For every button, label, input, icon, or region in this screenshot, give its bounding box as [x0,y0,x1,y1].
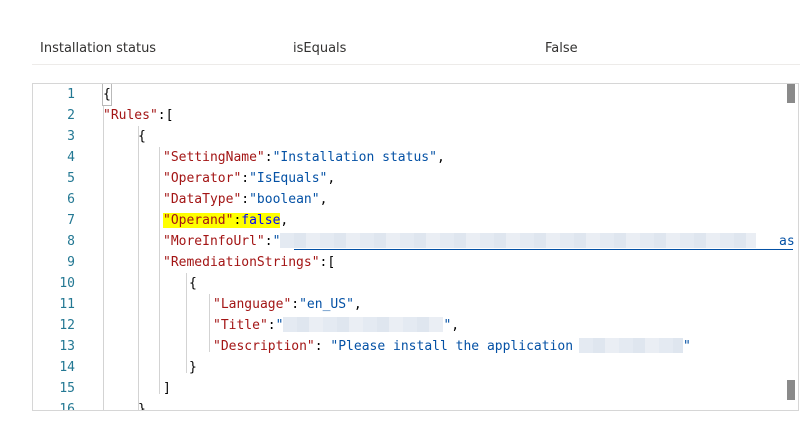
operand-value: false [241,213,281,228]
comma-token: , [319,192,328,207]
indent-guide [138,126,139,410]
search-highlight: "Operand":false [163,213,281,228]
redacted-title [283,317,444,332]
scrollbar-thumb-bottom[interactable] [787,380,795,400]
row-divider [32,64,800,65]
line-number: 1 [67,87,75,102]
line-number: 7 [67,213,75,228]
code-line: "Rules":[ [103,105,173,126]
setting-name-cell: Installation status [40,41,157,56]
line-number: 14 [59,360,75,375]
line-number: 8 [67,234,75,249]
scrollbar-thumb-top[interactable] [787,84,795,103]
indent-guide [209,294,210,352]
line-number: 16 [59,402,75,411]
code-line: { [138,126,146,147]
operator-key: "Operator" [163,171,242,186]
line-number: 15 [59,381,75,396]
remediation-strings-key: "RemediationStrings" [163,255,320,270]
redacted-url [280,233,757,248]
datatype-value: "boolean" [249,192,320,207]
colon-token: : [157,108,166,123]
code-line: ] [163,378,171,399]
title-key: "Title" [213,318,268,333]
datatype-key: "DataType" [163,192,242,207]
code-line: "Operand":false, [163,210,288,231]
line-number: 11 [59,297,75,312]
operand-key: "Operand" [163,213,234,228]
redacted-app-name [579,338,684,353]
brace-token: { [138,129,146,144]
indent-guide [186,273,187,373]
brace-token: { [189,276,197,291]
vertical-scrollbar[interactable] [784,84,798,410]
setting-name-value: "Installation status" [272,150,437,165]
line-number-gutter: 1 2 3 4 5 6 7 8 9 10 11 12 13 14 15 16 [33,84,87,410]
code-area[interactable]: { "Rules":[ { "SettingName":"Installatio… [102,84,795,411]
bracket-token: [ [327,255,336,270]
line-number: 4 [67,150,75,165]
setting-name-key: "SettingName" [163,150,265,165]
line-number: 2 [67,108,75,123]
brace-token: { [102,84,112,106]
code-line: "Operator":"IsEquals", [163,168,335,189]
more-info-url-quote: " [272,234,281,249]
line-number: 9 [67,255,75,270]
bracket-token: [ [165,108,174,123]
comma-token: , [451,318,460,333]
code-line: "Title":" ", [213,315,459,336]
json-code-editor[interactable]: 1 2 3 4 5 6 7 8 9 10 11 12 13 14 15 16 {… [32,83,799,411]
brace-token: } [138,402,146,411]
line-number: 5 [67,171,75,186]
code-line: { [189,273,197,294]
code-line: "DataType":"boolean", [163,189,327,210]
url-underline [294,249,793,250]
more-info-url-key: "MoreInfoUrl" [163,234,265,249]
colon-token: : [241,192,250,207]
comma-token: , [327,171,336,186]
property-row: Installation status isEquals False [0,0,810,66]
colon-token: : [267,318,276,333]
description-key: "Description" [213,339,315,354]
language-value: "en_US" [299,297,354,312]
colon-token: : [264,234,273,249]
comma-token: , [353,297,362,312]
language-key: "Language" [213,297,292,312]
colon-token: : [291,297,300,312]
description-value-close: " [683,339,691,354]
indent-guide [103,105,104,410]
title-value-open: " [275,318,284,333]
colon-token: : [314,339,331,354]
line-number: 6 [67,192,75,207]
code-line: { [102,84,112,106]
description-value: "Please install the application [330,339,574,354]
code-line: } [189,357,197,378]
colon-token: : [241,171,250,186]
code-line: } [138,399,146,411]
code-line: "SettingName":"Installation status", [163,147,445,168]
rules-key: "Rules" [103,108,158,123]
code-line: "RemediationStrings":[ [163,252,335,273]
line-number: 12 [59,318,75,333]
indent-guide [159,147,160,394]
code-line: "Language":"en_US", [213,294,362,315]
line-number: 13 [59,339,75,354]
comma-token: , [280,213,289,228]
line-number: 3 [67,129,75,144]
operator-value: "IsEquals" [249,171,328,186]
bracket-token: ] [163,381,171,396]
code-line: "Description": "Please install the appli… [213,336,691,357]
operator-cell: isEquals [293,41,347,56]
value-cell: False [545,41,578,56]
line-number: 10 [59,276,75,291]
comma-token: , [436,150,445,165]
brace-token: } [189,360,197,375]
colon-token: : [264,150,273,165]
